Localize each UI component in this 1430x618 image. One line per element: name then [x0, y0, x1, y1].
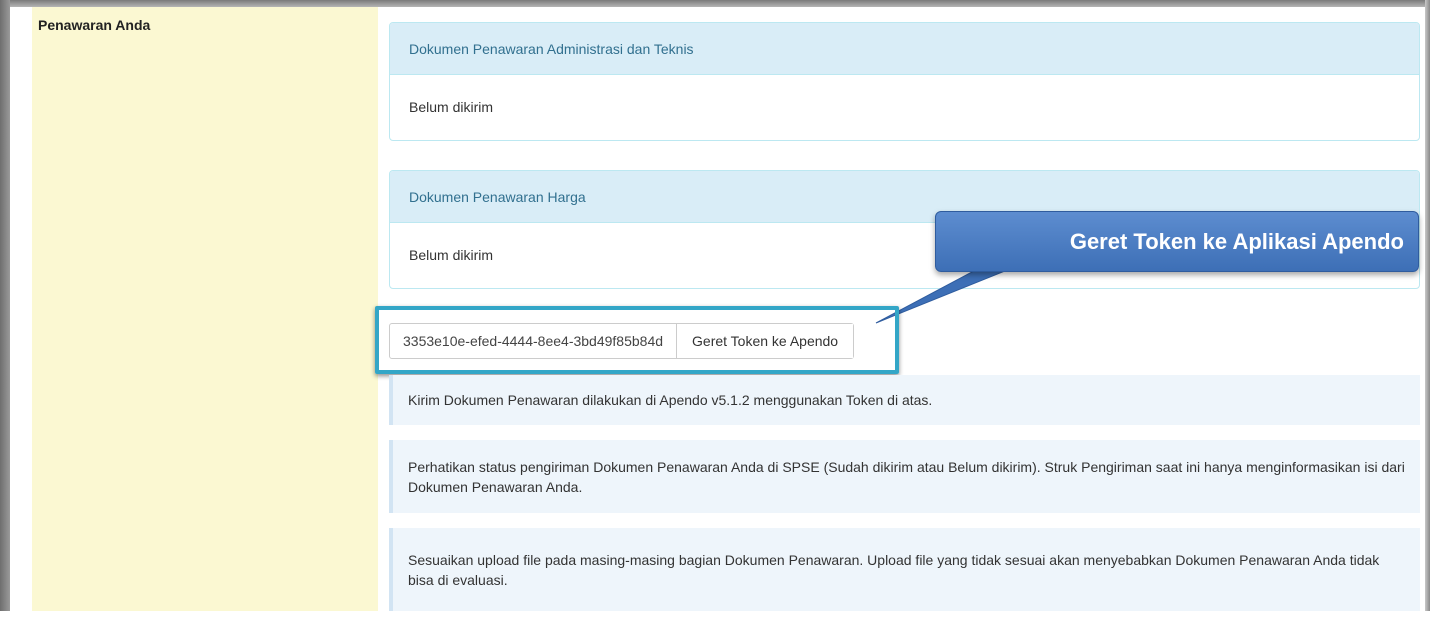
panel-admin-technical: Dokumen Penawaran Administrasi dan Tekni… — [389, 22, 1420, 141]
offer-content: Dokumen Penawaran Administrasi dan Tekni… — [375, 7, 1425, 611]
drag-token-button[interactable]: Geret Token ke Apendo — [677, 324, 854, 358]
window-frame-left — [0, 0, 10, 611]
info-note: Kirim Dokumen Penawaran dilakukan di Ape… — [389, 375, 1420, 425]
window-frame-top — [0, 0, 1430, 7]
panel-heading: Dokumen Penawaran Administrasi dan Tekni… — [390, 23, 1419, 75]
info-note: Perhatikan status pengiriman Dokumen Pen… — [389, 440, 1420, 513]
panel-status: Belum dikirim — [409, 99, 494, 115]
note-text: Perhatikan status pengiriman Dokumen Pen… — [408, 458, 1405, 495]
callout-annotation: Geret Token ke Aplikasi Apendo — [935, 211, 1419, 272]
section-label: Penawaran Anda — [32, 7, 378, 611]
info-note: Sesuaikan upload file pada masing-masing… — [389, 528, 1420, 611]
note-text: Kirim Dokumen Penawaran dilakukan di Ape… — [408, 392, 933, 408]
callout-text: Geret Token ke Aplikasi Apendo — [1069, 228, 1404, 254]
window-frame-right — [1425, 0, 1430, 611]
token-value[interactable]: 3353e10e-efed-4444-8ee4-3bd49f85b84d — [390, 324, 678, 358]
note-text: Sesuaikan upload file pada masing-masing… — [408, 551, 1380, 588]
token-group: 3353e10e-efed-4444-8ee4-3bd49f85b84d Ger… — [389, 323, 855, 359]
